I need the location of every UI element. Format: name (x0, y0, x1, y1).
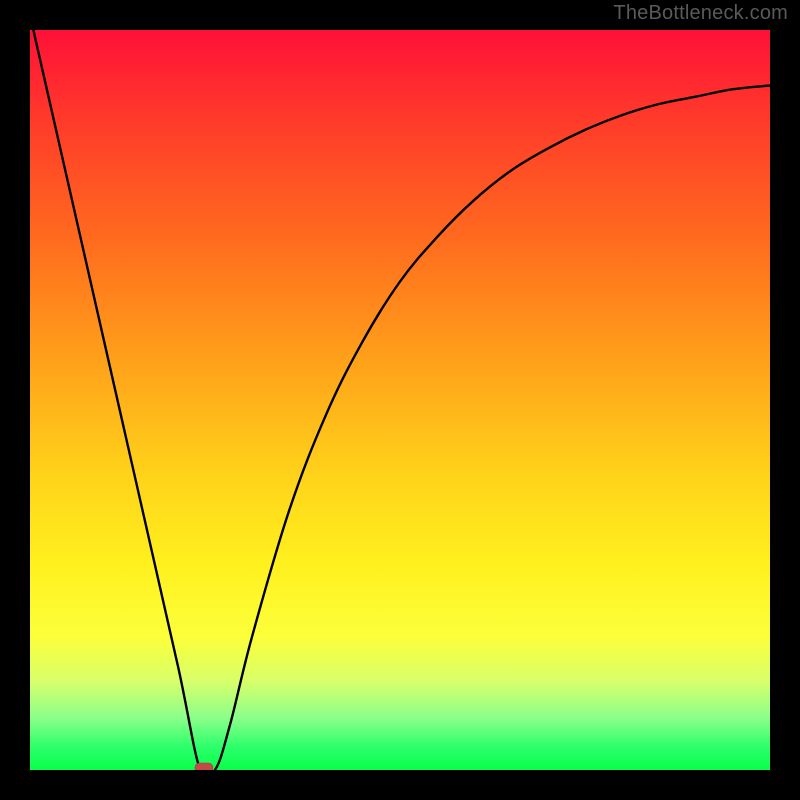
minimum-marker (195, 763, 213, 770)
chart-frame: TheBottleneck.com (0, 0, 800, 800)
curve-line (30, 30, 770, 770)
chart-svg (30, 30, 770, 770)
watermark-label: TheBottleneck.com (613, 2, 788, 25)
plot-area (30, 30, 770, 770)
